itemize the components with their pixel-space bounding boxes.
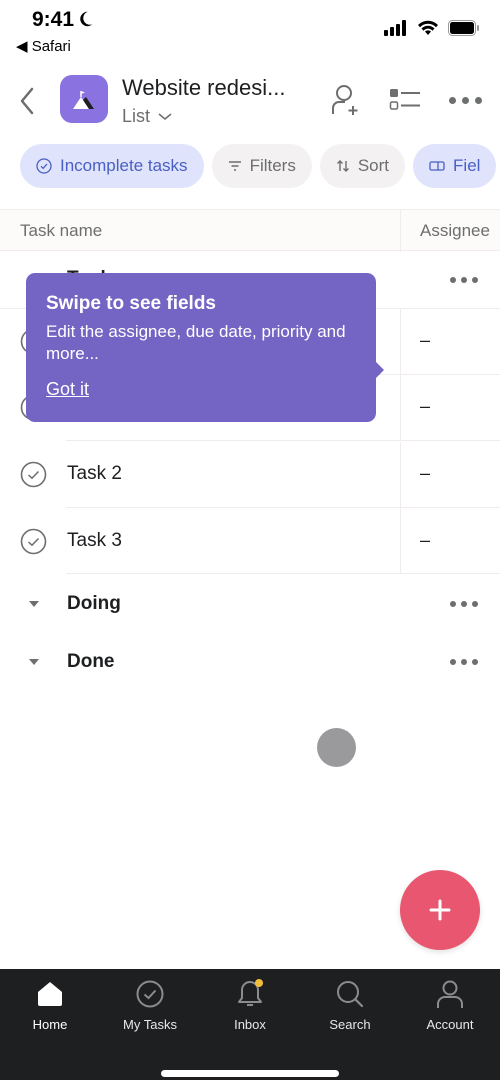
clock: 9:41 [32, 8, 75, 31]
assignee-value[interactable]: – [420, 396, 430, 417]
mountain-flag-icon [73, 91, 94, 109]
tab-label: Search [329, 1017, 371, 1032]
column-divider [400, 442, 401, 508]
view-switcher[interactable]: List [122, 106, 172, 127]
section-row[interactable]: Doing [0, 575, 500, 633]
wifi-icon [418, 20, 438, 35]
moon-icon [80, 11, 93, 27]
got-it-button[interactable]: Got it [46, 379, 89, 399]
column-divider [400, 508, 401, 574]
tab-label: Account [426, 1017, 474, 1032]
section-more-button[interactable] [450, 277, 478, 283]
home-icon [38, 982, 62, 1006]
section-more-button[interactable] [450, 601, 478, 607]
filter-icon [228, 161, 241, 171]
dot [472, 277, 478, 283]
fields-icon [429, 161, 445, 171]
column-divider [400, 210, 401, 252]
caret-down-icon[interactable] [28, 658, 40, 666]
task-row[interactable]: Task 3 – [0, 508, 500, 574]
status-bar: 9:41 ◀ Safari [0, 0, 500, 60]
sort-chip[interactable]: Sort [319, 144, 406, 188]
table-header: Task name Assignee [0, 209, 500, 252]
add-member-icon[interactable] [331, 84, 361, 116]
project-header: Website redesi... List [0, 70, 500, 132]
notification-badge [255, 979, 263, 987]
dot [461, 277, 467, 283]
dot [450, 277, 456, 283]
person-icon [437, 980, 463, 1008]
search-icon [337, 981, 364, 1008]
signal-icon [384, 20, 406, 36]
check-circle-icon [36, 158, 52, 174]
add-task-button[interactable] [400, 870, 480, 950]
swipe-fields-tooltip: Swipe to see fields Edit the assignee, d… [26, 273, 384, 422]
tooltip-title: Swipe to see fields [46, 293, 216, 314]
dot [450, 601, 456, 607]
caret-down-icon[interactable] [28, 600, 40, 608]
touch-indicator [317, 728, 356, 767]
chip-label: Filters [249, 156, 296, 175]
column-header-task-name[interactable]: Task name [20, 221, 102, 241]
section-name: Doing [67, 593, 121, 614]
dot [449, 96, 456, 104]
section-row[interactable]: Done [0, 633, 500, 691]
tab-my-tasks[interactable]: My Tasks [100, 979, 200, 1032]
assignee-value[interactable]: – [420, 330, 430, 351]
fields-chip[interactable]: Fiel [413, 144, 497, 188]
bottom-tab-bar: Home My Tasks Inbox Search Account [0, 969, 500, 1080]
filters-chip[interactable]: Filters [211, 144, 312, 188]
bell-icon-wrap [235, 979, 265, 1009]
row-divider [66, 573, 500, 574]
customize-icon[interactable] [389, 88, 421, 112]
chip-label: Incomplete tasks [60, 156, 188, 175]
home-indicator[interactable] [161, 1070, 339, 1077]
chip-label: Sort [357, 156, 390, 175]
project-title[interactable]: Website redesi... [122, 75, 285, 101]
dot [475, 96, 482, 104]
plus-icon [429, 899, 451, 921]
incomplete-tasks-chip[interactable]: Incomplete tasks [20, 144, 204, 188]
section-name: Done [67, 651, 115, 672]
system-icons [384, 20, 480, 36]
chip-label: Fiel [453, 156, 481, 175]
task-row[interactable]: Task 2 – [0, 442, 500, 508]
project-icon[interactable] [60, 75, 108, 123]
tab-search[interactable]: Search [300, 979, 400, 1032]
check-circle-icon[interactable] [20, 461, 47, 488]
assignee-value[interactable]: – [420, 463, 430, 484]
tab-inbox[interactable]: Inbox [200, 979, 300, 1032]
check-circle-icon[interactable] [20, 528, 47, 555]
battery-icon [448, 20, 479, 36]
column-header-assignee[interactable]: Assignee [420, 221, 490, 241]
tab-label: My Tasks [123, 1017, 177, 1032]
dot [462, 96, 469, 104]
check-circle-icon [136, 980, 164, 1008]
dot [472, 601, 478, 607]
view-label: List [122, 106, 151, 126]
chevron-down-icon [158, 112, 172, 120]
dot [450, 659, 456, 665]
sort-icon [336, 160, 349, 172]
task-name[interactable]: Task 3 [67, 530, 122, 552]
back-to-safari-link[interactable]: ◀ Safari [16, 37, 71, 55]
tab-home[interactable]: Home [0, 979, 100, 1032]
tab-label: Home [32, 1017, 68, 1032]
more-options-button[interactable] [449, 96, 482, 104]
task-name[interactable]: Task 2 [67, 463, 122, 485]
column-divider [400, 375, 401, 441]
dot [461, 601, 467, 607]
back-chevron-icon[interactable] [14, 84, 42, 118]
tab-account[interactable]: Account [400, 979, 500, 1032]
header-actions [331, 84, 482, 116]
tooltip-body: Edit the assignee, due date, priority an… [46, 322, 346, 363]
dot [461, 659, 467, 665]
column-divider [400, 309, 401, 375]
row-divider [66, 440, 500, 441]
assignee-value[interactable]: – [420, 530, 430, 551]
dot [472, 659, 478, 665]
section-more-button[interactable] [450, 659, 478, 665]
tab-label: Inbox [234, 1017, 266, 1032]
filter-chips: Incomplete tasks Filters Sort Fiel [20, 144, 497, 188]
